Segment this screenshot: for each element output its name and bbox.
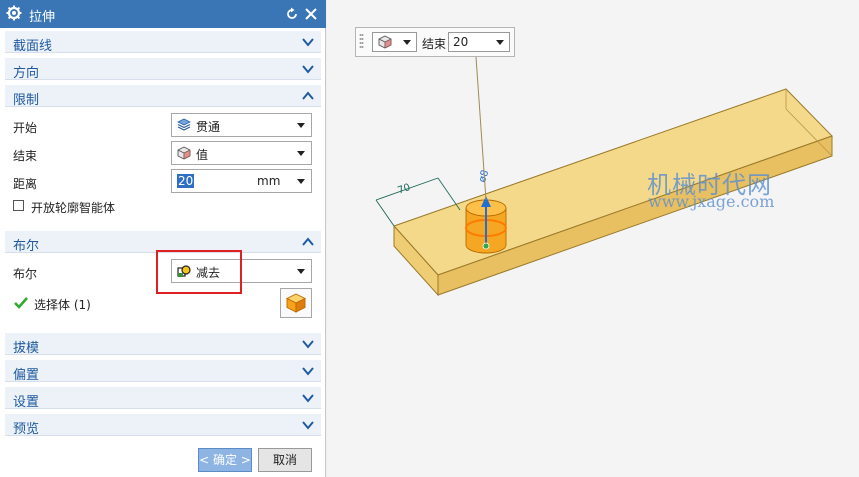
chevron-down-icon — [302, 65, 314, 74]
section-label: 设置 — [13, 395, 40, 410]
section-label: 截面线 — [13, 39, 53, 54]
drag-handle[interactable] — [359, 33, 364, 51]
dropdown-arrow-icon — [297, 269, 305, 274]
chevron-down-icon — [302, 340, 314, 349]
value-cube-icon — [177, 146, 191, 160]
end-label: 结束 — [13, 149, 38, 163]
dimension-extension — [437, 177, 461, 211]
toolbar-end-value: 20 — [453, 35, 469, 49]
solid-body-icon — [286, 293, 306, 313]
section-label: 偏置 — [13, 368, 40, 383]
distance-input[interactable]: 20 mm — [171, 169, 312, 193]
distance-label: 距离 — [13, 177, 38, 191]
chevron-down-icon — [302, 38, 314, 47]
dropdown-arrow-icon — [297, 179, 305, 184]
open-profile-label: 开放轮廓智能体 — [31, 201, 116, 215]
chevron-up-icon — [302, 237, 314, 246]
section-label: 拔模 — [13, 341, 40, 356]
highlight-annotation-box — [156, 250, 242, 294]
section-header-section-line[interactable]: 截面线 — [5, 31, 321, 54]
boolean-label: 布尔 — [13, 267, 38, 281]
start-value: 贯通 — [196, 120, 221, 134]
end-dropdown[interactable]: 值 — [171, 141, 312, 165]
distance-unit: mm — [257, 174, 281, 188]
chevron-down-icon — [302, 394, 314, 403]
close-icon[interactable] — [304, 7, 318, 21]
dimension-extension — [375, 199, 395, 227]
section-label: 方向 — [13, 66, 40, 81]
graphics-viewport[interactable]: 70 ø8 机械时代网 www.jxage.com — [327, 0, 859, 477]
select-body-label: 选择体 (1) — [34, 298, 91, 312]
reset-icon[interactable] — [285, 7, 299, 21]
chevron-down-icon — [302, 367, 314, 376]
dialog-title: 拉伸 — [29, 10, 56, 25]
dialog-title-bar: 拉伸 — [0, 0, 326, 28]
chevron-down-icon — [302, 421, 314, 430]
chevron-up-icon — [302, 91, 314, 100]
dimension-length-text[interactable]: 70 — [396, 182, 412, 197]
section-header-limits[interactable]: 限制 — [5, 85, 321, 108]
toolbar-end-label: 结束 — [422, 37, 447, 51]
cancel-button[interactable]: 取消 — [258, 448, 312, 472]
select-body-button[interactable] — [280, 288, 312, 318]
gear-icon[interactable] — [6, 5, 22, 21]
checkmark-icon — [14, 297, 28, 309]
start-dropdown[interactable]: 贯通 — [171, 113, 312, 137]
dropdown-arrow-icon — [496, 40, 504, 45]
open-profile-checkbox[interactable] — [13, 200, 24, 211]
arrow-origin-handle[interactable] — [482, 242, 490, 250]
dropdown-arrow-icon — [297, 123, 305, 128]
model-canvas: 70 ø8 — [375, 56, 833, 297]
through-all-icon — [177, 118, 191, 131]
section-header-preview[interactable]: 预览 — [5, 414, 321, 437]
extrude-dialog: 拉伸 截面线 方向 限制 开始 贯通 结束 值 距离 20 mm 开放轮廓智能体… — [0, 0, 326, 477]
section-header-offset[interactable]: 偏置 — [5, 360, 321, 383]
section-label: 限制 — [13, 93, 40, 108]
floating-end-toolbar: 结束 20 — [355, 27, 515, 57]
distance-value: 20 — [177, 174, 195, 188]
section-header-settings[interactable]: 设置 — [5, 387, 321, 410]
value-cube-icon — [378, 35, 392, 49]
start-label: 开始 — [13, 121, 38, 135]
section-header-direction[interactable]: 方向 — [5, 58, 321, 81]
section-header-draft[interactable]: 拔模 — [5, 333, 321, 356]
toolbar-end-value-input[interactable]: 20 — [448, 32, 510, 52]
ok-button[interactable]: < 确定 > — [198, 448, 252, 472]
watermark-url: www.jxage.com — [648, 192, 775, 211]
section-label: 预览 — [13, 422, 40, 437]
dropdown-arrow-icon — [297, 151, 305, 156]
end-value: 值 — [196, 148, 209, 162]
toolbar-end-type-dropdown[interactable] — [372, 32, 417, 52]
dropdown-arrow-icon — [403, 40, 411, 45]
section-label: 布尔 — [13, 239, 40, 254]
